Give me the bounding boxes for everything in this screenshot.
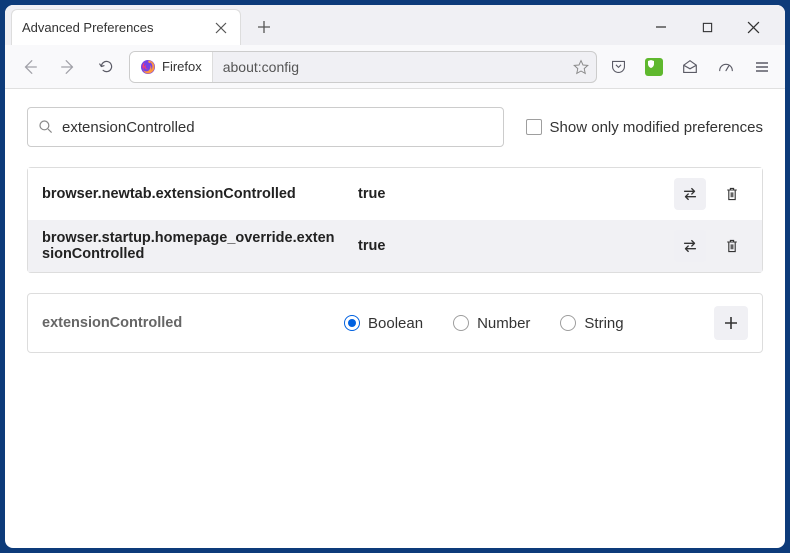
about-config-content: Show only modified preferences browser.n… (5, 89, 785, 548)
search-input[interactable] (62, 119, 493, 136)
shield-badge-icon (645, 58, 663, 76)
app-menu-button[interactable] (749, 54, 775, 80)
type-radio-group: Boolean Number String (344, 315, 702, 332)
back-button[interactable] (15, 52, 45, 82)
reload-icon (98, 58, 115, 75)
nav-toolbar: Firefox about:config (5, 45, 785, 89)
address-bar[interactable]: Firefox about:config (129, 51, 597, 83)
arrow-right-icon (59, 58, 77, 76)
close-icon (215, 22, 227, 34)
trash-icon (724, 238, 740, 254)
plus-icon (257, 20, 271, 34)
window-controls (647, 13, 779, 41)
plus-icon (723, 315, 739, 331)
minimize-icon (655, 21, 667, 33)
new-tab-button[interactable] (249, 12, 279, 42)
trash-icon (724, 186, 740, 202)
close-window-button[interactable] (739, 13, 767, 41)
search-icon (38, 119, 54, 135)
bookmark-button[interactable] (566, 52, 596, 82)
tab-title: Advanced Preferences (22, 20, 202, 35)
close-icon (747, 21, 760, 34)
mail-button[interactable] (677, 54, 703, 80)
identity-label: Firefox (162, 59, 202, 74)
checkbox-label: Show only modified preferences (550, 119, 763, 136)
maximize-icon (702, 22, 713, 33)
forward-button[interactable] (53, 52, 83, 82)
pref-row[interactable]: browser.startup.homepage_override.extens… (28, 220, 762, 272)
maximize-button[interactable] (693, 13, 721, 41)
arrow-left-icon (21, 58, 39, 76)
search-box[interactable] (27, 107, 504, 147)
browser-window: Advanced Preferences (5, 5, 785, 548)
pocket-button[interactable] (605, 54, 631, 80)
radio-icon (560, 315, 576, 331)
hamburger-icon (754, 59, 770, 75)
new-pref-name: extensionControlled (42, 315, 332, 331)
toggle-button[interactable] (674, 178, 706, 210)
pref-name: browser.startup.homepage_override.extens… (42, 230, 342, 262)
pocket-icon (610, 58, 627, 75)
close-tab-button[interactable] (212, 19, 230, 37)
checkbox-icon (526, 119, 542, 135)
site-identity[interactable]: Firefox (130, 52, 213, 82)
radio-icon (344, 315, 360, 331)
radio-string[interactable]: String (560, 315, 623, 332)
dashboard-button[interactable] (713, 54, 739, 80)
gauge-icon (717, 58, 735, 76)
radio-number[interactable]: Number (453, 315, 530, 332)
toolbar-extensions (605, 54, 775, 80)
tab-strip: Advanced Preferences (5, 5, 785, 45)
pref-name: browser.newtab.extensionControlled (42, 186, 342, 202)
preference-list: browser.newtab.extensionControlled true … (27, 167, 763, 273)
firefox-logo-icon (140, 59, 156, 75)
url-text: about:config (213, 59, 566, 75)
pref-row[interactable]: browser.newtab.extensionControlled true (28, 168, 762, 220)
pref-value: true (358, 186, 658, 202)
mail-open-icon (681, 58, 699, 76)
swap-icon (681, 185, 699, 203)
add-pref-row: extensionControlled Boolean Number Strin… (27, 293, 763, 353)
delete-button[interactable] (716, 178, 748, 210)
minimize-button[interactable] (647, 13, 675, 41)
search-row: Show only modified preferences (27, 107, 763, 147)
add-button[interactable] (714, 306, 748, 340)
swap-icon (681, 237, 699, 255)
delete-button[interactable] (716, 230, 748, 262)
extension-green-button[interactable] (641, 54, 667, 80)
star-icon (573, 59, 589, 75)
show-modified-checkbox[interactable]: Show only modified preferences (526, 119, 763, 136)
pref-value: true (358, 238, 658, 254)
toggle-button[interactable] (674, 230, 706, 262)
radio-boolean[interactable]: Boolean (344, 315, 423, 332)
reload-button[interactable] (91, 52, 121, 82)
tab-advanced-preferences[interactable]: Advanced Preferences (11, 9, 241, 45)
radio-icon (453, 315, 469, 331)
